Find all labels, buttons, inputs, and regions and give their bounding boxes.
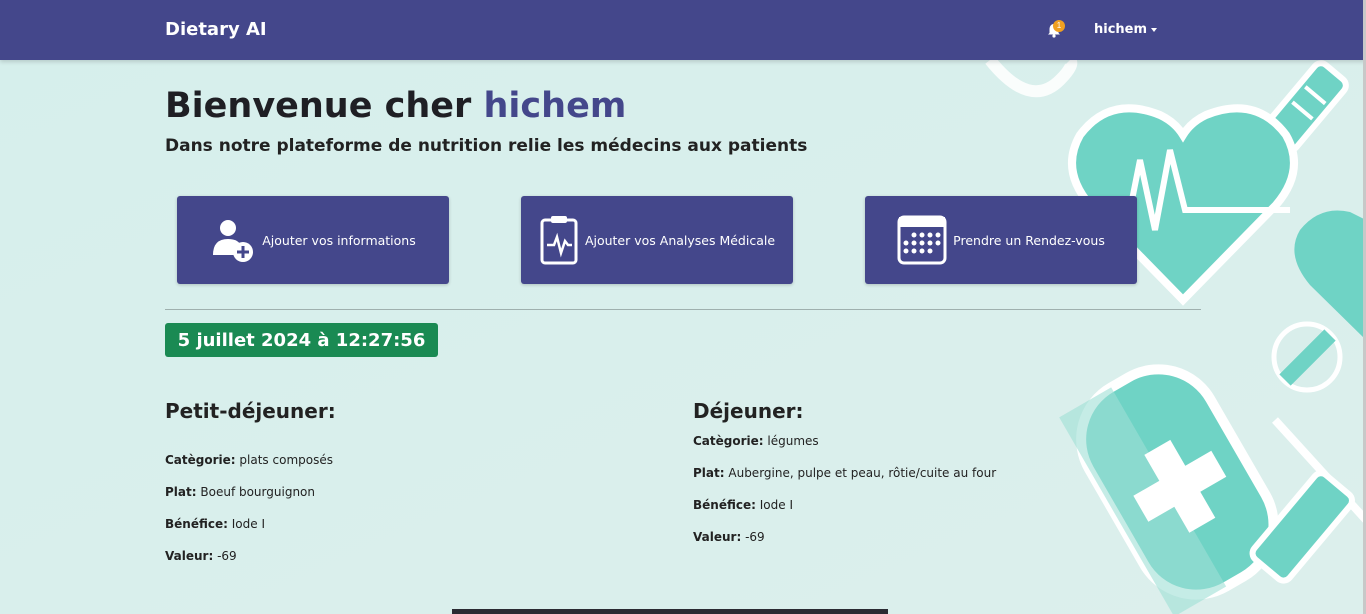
action-label: Ajouter vos Analyses Médicale bbox=[584, 232, 776, 248]
breakfast-value: Valeur: -69 bbox=[165, 549, 237, 563]
notification-count-badge: 1 bbox=[1053, 20, 1065, 32]
section-divider bbox=[165, 309, 1201, 310]
welcome-prefix: Bienvenue cher bbox=[165, 86, 472, 126]
lunch-value: Valeur: -69 bbox=[693, 530, 765, 544]
lunch-title: Déjeuner: bbox=[693, 399, 804, 423]
action-label: Prendre un Rendez-vous bbox=[953, 232, 1105, 248]
dish-value: Aubergine, pulpe et peau, rôtie/cuite au… bbox=[728, 466, 997, 480]
calendar-icon bbox=[897, 215, 947, 265]
benefit-value: Iode I bbox=[231, 517, 265, 531]
benefit-label: Bénéfice: bbox=[165, 517, 228, 531]
brand-logo[interactable]: Dietary AI bbox=[165, 19, 267, 40]
caret-down-icon bbox=[1151, 27, 1158, 32]
category-value: légumes bbox=[767, 434, 819, 448]
value-number: -69 bbox=[217, 549, 237, 563]
value-label: Valeur: bbox=[165, 549, 214, 563]
welcome-username: hichem bbox=[483, 86, 627, 126]
username-label: hichem bbox=[1094, 22, 1148, 37]
category-label: Catègorie: bbox=[693, 434, 764, 448]
breakfast-dish: Plat: Boeuf bourguignon bbox=[165, 485, 315, 499]
breakfast-title: Petit-déjeuner: bbox=[165, 399, 336, 423]
add-user-icon bbox=[213, 220, 254, 262]
welcome-heading: Bienvenue cher hichem bbox=[165, 86, 626, 126]
book-appointment-button[interactable]: Prendre un Rendez-vous bbox=[865, 196, 1137, 284]
breakfast-benefit: Bénéfice: Iode I bbox=[165, 517, 265, 531]
benefit-value: Iode I bbox=[759, 498, 793, 512]
bottom-panel-edge bbox=[452, 609, 888, 614]
value-number: -69 bbox=[745, 530, 765, 544]
user-menu-dropdown[interactable]: hichem bbox=[1094, 22, 1158, 37]
action-label: Ajouter vos informations bbox=[262, 232, 416, 248]
dish-value: Boeuf bourguignon bbox=[200, 485, 315, 499]
top-navbar: Dietary AI 1 hichem bbox=[0, 0, 1366, 60]
add-information-button[interactable]: Ajouter vos informations bbox=[177, 196, 449, 284]
datetime-badge: 5 juillet 2024 à 12:27:56 bbox=[165, 323, 438, 357]
clipboard-pulse-icon bbox=[540, 216, 578, 265]
dish-label: Plat: bbox=[165, 485, 197, 499]
value-label: Valeur: bbox=[693, 530, 742, 544]
breakfast-category: Catègorie: plats composés bbox=[165, 453, 333, 467]
dish-label: Plat: bbox=[693, 466, 725, 480]
benefit-label: Bénéfice: bbox=[693, 498, 756, 512]
add-medical-analysis-button[interactable]: Ajouter vos Analyses Médicale bbox=[521, 196, 793, 284]
lunch-benefit: Bénéfice: Iode I bbox=[693, 498, 793, 512]
lunch-category: Catègorie: légumes bbox=[693, 434, 819, 448]
lunch-dish: Plat: Aubergine, pulpe et peau, rôtie/cu… bbox=[693, 466, 996, 480]
category-value: plats composés bbox=[239, 453, 333, 467]
welcome-subtitle: Dans notre plateforme de nutrition relie… bbox=[165, 136, 808, 156]
category-label: Catègorie: bbox=[165, 453, 236, 467]
